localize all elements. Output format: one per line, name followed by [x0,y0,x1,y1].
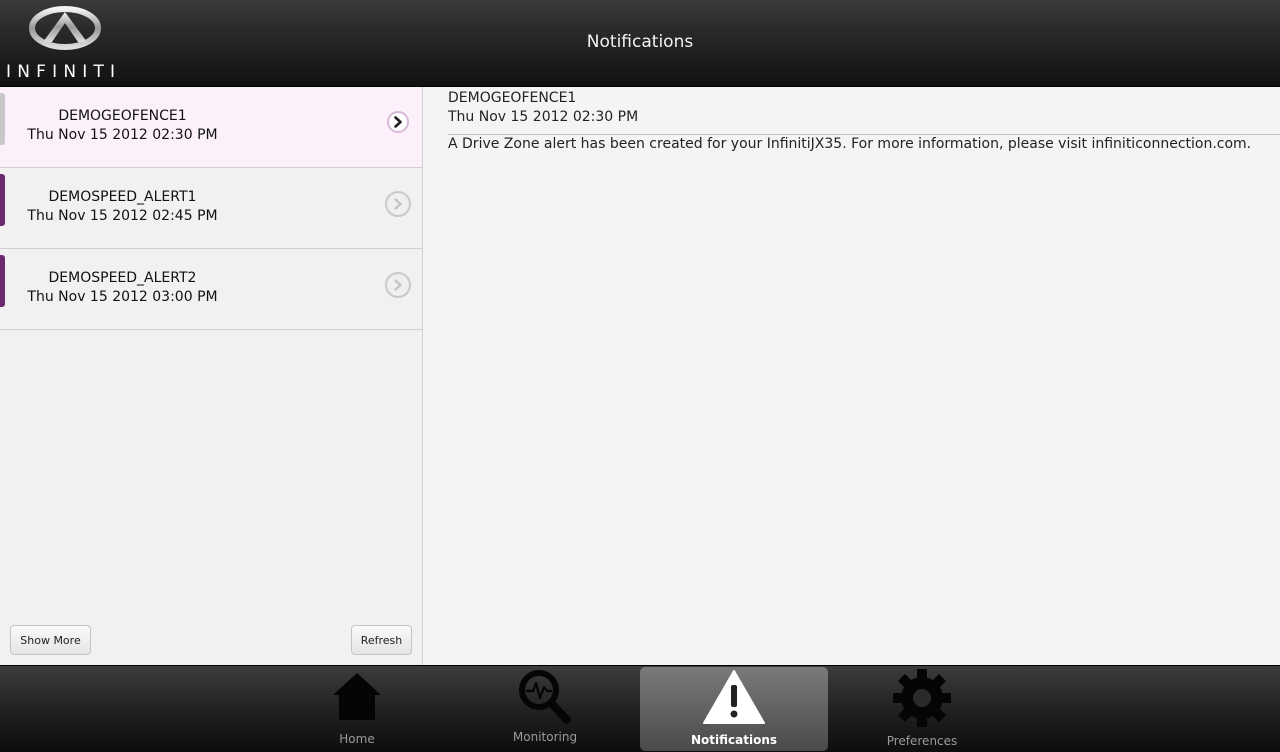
detail-datetime: Thu Nov 15 2012 02:30 PM [448,109,639,125]
monitoring-icon [519,670,571,724]
item-name: DEMOGEOFENCE1 [58,108,187,124]
notification-detail-pane: DEMOGEOFENCE1 Thu Nov 15 2012 02:30 PM A… [423,87,1280,665]
header-bar: INFINITI Notifications [0,0,1280,87]
gear-icon [893,669,951,727]
notification-list-item[interactable]: DEMOGEOFENCE1 Thu Nov 15 2012 02:30 PM [0,87,422,168]
notification-list-item[interactable]: DEMOSPEED_ALERT2 Thu Nov 15 2012 03:00 P… [0,249,422,330]
item-status-tab [0,93,5,145]
item-datetime: Thu Nov 15 2012 02:30 PM [27,127,218,143]
item-status-tab [0,255,5,307]
item-status-tab [0,174,5,226]
chevron-right-icon[interactable] [385,191,411,217]
tab-label: Monitoring [512,730,578,744]
app: INFINITI Notifications DEMOGEOFENCE1 Thu… [0,0,1280,752]
show-more-button[interactable]: Show More [10,625,91,655]
detail-divider [448,134,1280,135]
tab-home[interactable]: Home [263,666,451,752]
notification-list-pane: DEMOGEOFENCE1 Thu Nov 15 2012 02:30 PM D… [0,87,423,665]
detail-name: DEMOGEOFENCE1 [448,90,577,106]
bottom-tab-bar: Home Monitoring Notifications Preference… [0,665,1280,752]
notification-list-item[interactable]: DEMOSPEED_ALERT1 Thu Nov 15 2012 02:45 P… [0,168,422,249]
chevron-right-icon[interactable] [387,111,409,133]
detail-message: A Drive Zone alert has been created for … [448,136,1252,152]
refresh-button[interactable]: Refresh [351,625,412,655]
tab-label: Home [339,732,375,746]
tab-monitoring[interactable]: Monitoring [451,666,639,752]
item-name: DEMOSPEED_ALERT1 [48,189,197,205]
tab-preferences[interactable]: Preferences [828,666,1016,752]
tab-label: Notifications [690,733,778,747]
chevron-right-icon[interactable] [385,272,411,298]
page-title: Notifications [586,32,694,52]
tab-notifications[interactable]: Notifications [640,667,828,751]
item-name: DEMOSPEED_ALERT2 [48,270,197,286]
tab-label: Preferences [886,734,958,748]
warning-icon [703,670,765,724]
brand-wordmark: INFINITI [6,62,122,82]
item-datetime: Thu Nov 15 2012 03:00 PM [27,289,218,305]
home-icon [333,673,381,720]
item-datetime: Thu Nov 15 2012 02:45 PM [27,208,218,224]
